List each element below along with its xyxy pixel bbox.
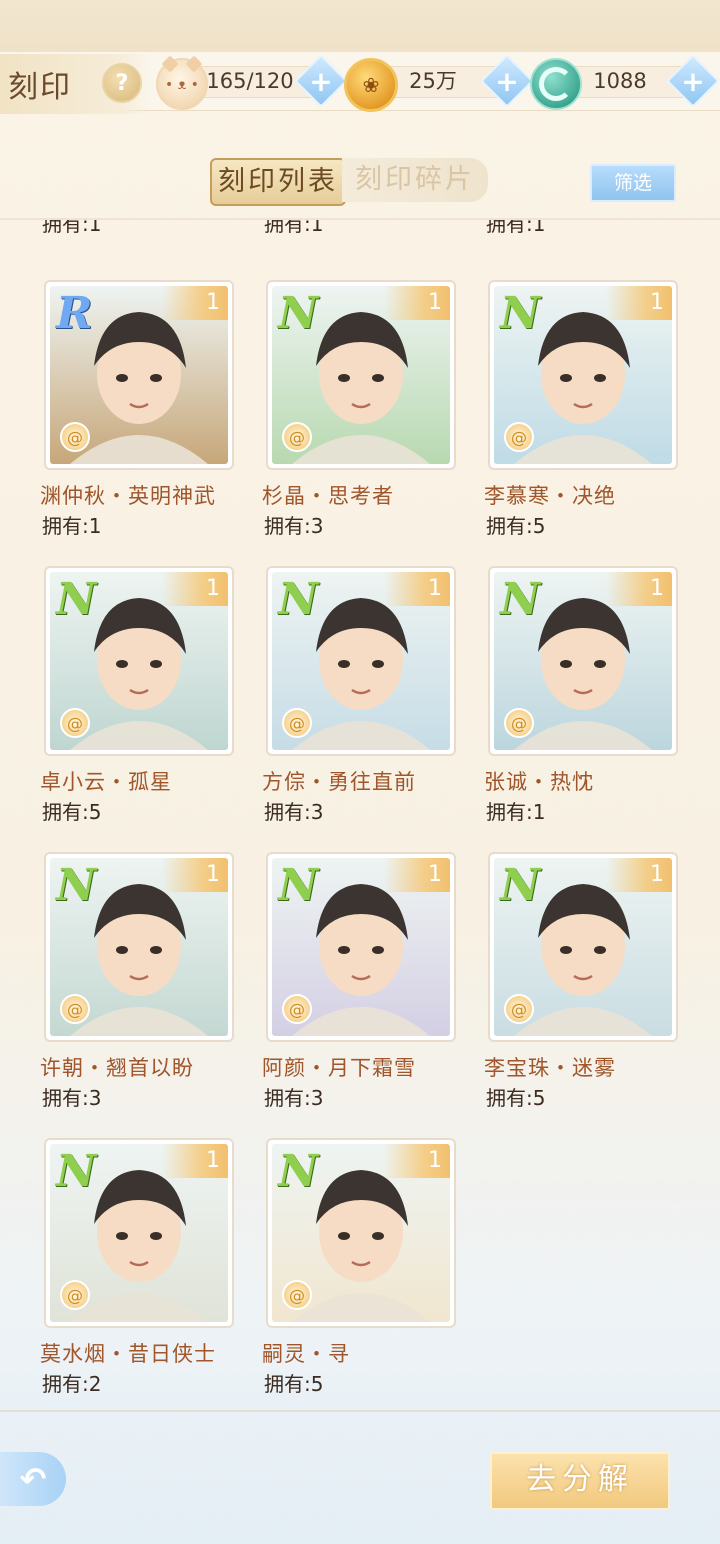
seal-portrait: N 1 @ <box>50 1144 228 1322</box>
coin-value: 25万 <box>409 69 457 93</box>
partial-owned-label: 拥有:1 <box>42 220 102 236</box>
seal-card[interactable]: N 1 @ <box>44 566 234 756</box>
level-badge: 1 <box>384 1144 450 1178</box>
seal-name: 李宝珠・迷雾 <box>484 1056 616 1080</box>
level-badge: 1 <box>162 572 228 606</box>
partial-owned-label: 拥有:1 <box>486 220 546 236</box>
rarity-badge: N <box>56 860 97 911</box>
seal-name: 阿颜・月下霜雪 <box>262 1056 416 1080</box>
filter-button[interactable]: 筛选 <box>590 164 676 202</box>
level-badge: 1 <box>384 286 450 320</box>
seal-name: 许朝・翘首以盼 <box>40 1056 194 1080</box>
help-button[interactable]: ? <box>102 63 142 103</box>
owned-count: 拥有:2 <box>42 1372 102 1396</box>
tab-seal-fragments[interactable]: 刻印碎片 <box>342 158 488 202</box>
seal-portrait: N 1 @ <box>494 858 672 1036</box>
owned-count: 拥有:3 <box>264 514 324 538</box>
seal-portrait: N 1 @ <box>50 572 228 750</box>
seal-card[interactable]: N 1 @ <box>266 852 456 1042</box>
divider <box>0 1410 720 1412</box>
level-badge: 1 <box>384 858 450 892</box>
swirl-icon: @ <box>60 1280 90 1310</box>
level-badge: 1 <box>606 286 672 320</box>
seal-card[interactable]: N 1 @ <box>266 280 456 470</box>
seal-name: 方倧・勇往直前 <box>262 770 416 794</box>
level-badge: 1 <box>606 572 672 606</box>
decompose-button[interactable]: 去分解 <box>490 1452 670 1510</box>
swirl-icon: @ <box>282 708 312 738</box>
rarity-badge: N <box>278 288 319 339</box>
seal-card[interactable]: N 1 @ <box>44 852 234 1042</box>
seal-portrait: N 1 @ <box>494 572 672 750</box>
level-badge: 1 <box>162 286 228 320</box>
owned-count: 拥有:3 <box>264 800 324 824</box>
paw-coin-icon: ❀ <box>344 58 398 112</box>
owned-count: 拥有:5 <box>264 1372 324 1396</box>
tab-bar: 刻印列表 刻印碎片 <box>210 158 490 206</box>
rarity-badge: R <box>56 288 93 339</box>
seal-grid[interactable]: 拥有:1 拥有:1 拥有:1 R 1 @ 渊仲秋・英明神武 拥有:1 N 1 @… <box>0 220 720 1410</box>
seal-card[interactable]: N 1 @ <box>266 566 456 756</box>
swirl-icon: @ <box>60 708 90 738</box>
seal-name: 李慕寒・决绝 <box>484 484 616 508</box>
seal-card[interactable]: N 1 @ <box>44 1138 234 1328</box>
swirl-icon: @ <box>60 994 90 1024</box>
seal-name: 嗣灵・寻 <box>262 1342 350 1366</box>
seal-name: 张诚・热忱 <box>484 770 594 794</box>
seal-name: 莫水烟・昔日侠士 <box>40 1342 216 1366</box>
level-badge: 1 <box>384 572 450 606</box>
rarity-badge: N <box>278 860 319 911</box>
seal-card[interactable]: N 1 @ <box>488 280 678 470</box>
rarity-badge: N <box>56 574 97 625</box>
owned-count: 拥有:5 <box>486 1086 546 1110</box>
jade-value: 1088 <box>593 69 647 93</box>
seal-portrait: N 1 @ <box>50 858 228 1036</box>
tab-seal-list[interactable]: 刻印列表 <box>210 158 346 206</box>
swirl-icon: @ <box>60 422 90 452</box>
seal-portrait: R 1 @ <box>50 286 228 464</box>
owned-count: 拥有:3 <box>264 1086 324 1110</box>
stamina-value: 165/120 <box>206 69 294 93</box>
level-badge: 1 <box>606 858 672 892</box>
rarity-badge: N <box>500 288 541 339</box>
owned-count: 拥有:3 <box>42 1086 102 1110</box>
rarity-badge: N <box>500 574 541 625</box>
swirl-icon: @ <box>504 422 534 452</box>
seal-card[interactable]: N 1 @ <box>488 566 678 756</box>
partial-owned-label: 拥有:1 <box>264 220 324 236</box>
rarity-badge: N <box>56 1146 97 1197</box>
seal-name: 卓小云・孤星 <box>40 770 172 794</box>
swirl-icon: @ <box>282 994 312 1024</box>
cat-stamina-icon: • ᴥ • <box>156 58 208 110</box>
swirl-icon: @ <box>282 1280 312 1310</box>
rarity-badge: N <box>278 574 319 625</box>
seal-name: 渊仲秋・英明神武 <box>40 484 216 508</box>
seal-portrait: N 1 @ <box>494 286 672 464</box>
level-badge: 1 <box>162 1144 228 1178</box>
owned-count: 拥有:1 <box>42 514 102 538</box>
owned-count: 拥有:1 <box>486 800 546 824</box>
level-badge: 1 <box>162 858 228 892</box>
seal-portrait: N 1 @ <box>272 858 450 1036</box>
swirl-icon: @ <box>504 994 534 1024</box>
seal-card[interactable]: N 1 @ <box>266 1138 456 1328</box>
seal-card[interactable]: R 1 @ <box>44 280 234 470</box>
swirl-icon: @ <box>504 708 534 738</box>
top-decor-strip <box>0 0 720 52</box>
rarity-badge: N <box>278 1146 319 1197</box>
owned-count: 拥有:5 <box>486 514 546 538</box>
seal-card[interactable]: N 1 @ <box>488 852 678 1042</box>
page-title: 刻印 <box>8 70 72 105</box>
seal-portrait: N 1 @ <box>272 572 450 750</box>
seal-name: 杉晶・思考者 <box>262 484 394 508</box>
seal-portrait: N 1 @ <box>272 1144 450 1322</box>
owned-count: 拥有:5 <box>42 800 102 824</box>
back-button[interactable]: ↶ <box>0 1452 66 1506</box>
jade-ring-icon <box>530 58 582 110</box>
swirl-icon: @ <box>282 422 312 452</box>
seal-portrait: N 1 @ <box>272 286 450 464</box>
rarity-badge: N <box>500 860 541 911</box>
